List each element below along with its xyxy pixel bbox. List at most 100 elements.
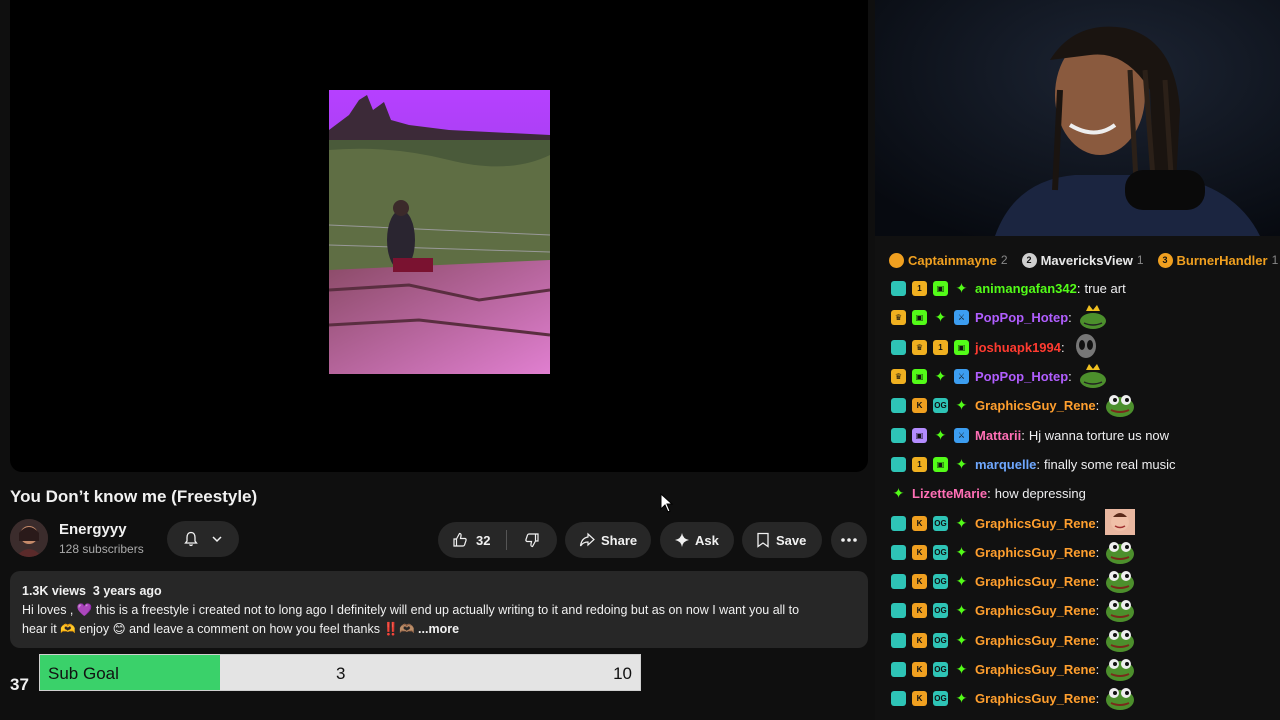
- chat-username[interactable]: GraphicsGuy_Rene: [975, 633, 1096, 648]
- video-title: You Don’t know me (Freestyle): [10, 487, 258, 506]
- chat-username[interactable]: GraphicsGuy_Rene: [975, 574, 1096, 589]
- pepe-emote: [1103, 626, 1135, 655]
- crown-badge-icon: ♛: [891, 310, 906, 326]
- chat-username[interactable]: Mattarii: [975, 428, 1021, 443]
- chat-username[interactable]: joshuapk1994: [975, 340, 1061, 355]
- gold-1-badge-icon: 1: [933, 339, 948, 355]
- chat-username[interactable]: animangafan342: [975, 281, 1077, 296]
- channel-avatar[interactable]: [10, 519, 48, 557]
- dislike-button[interactable]: [507, 522, 557, 558]
- notification-bell-button[interactable]: [167, 521, 239, 557]
- og-badge-icon: OG: [933, 574, 948, 590]
- chat-username[interactable]: GraphicsGuy_Rene: [975, 603, 1096, 618]
- video-watch-area: You Don’t know me (Freestyle) Energyyy 1…: [0, 0, 875, 720]
- chat-message[interactable]: ♛ ▣ ✦ ⚔ PopPop_Hotep:: [891, 362, 1276, 391]
- pepe-emote: [1103, 596, 1135, 625]
- gift-green-badge-icon: ▣: [933, 281, 948, 297]
- verified-badge-icon: ✦: [955, 631, 968, 648]
- thumbs-down-icon: [525, 533, 539, 548]
- crown-frog-emote: [1076, 303, 1108, 332]
- chat-message[interactable]: K OG ✦ GraphicsGuy_Rene:: [891, 596, 1276, 625]
- verified-badge-icon: ✦: [955, 280, 968, 297]
- chat-username[interactable]: GraphicsGuy_Rene: [975, 398, 1096, 413]
- chat-message[interactable]: K OG ✦ GraphicsGuy_Rene:: [891, 655, 1276, 684]
- k-badge-icon: K: [912, 662, 927, 677]
- chat-colon: :: [1095, 662, 1100, 677]
- chat-message[interactable]: ♛ 1 ▣ joshuapk1994:: [891, 333, 1276, 362]
- k-badge-icon: K: [912, 603, 927, 619]
- top-gifter[interactable]: 2 MavericksView 1: [1021, 252, 1144, 268]
- chat-message[interactable]: 1 ▣ ✦ marquelle: finally some real music: [891, 450, 1276, 479]
- months-badge-icon: [891, 427, 906, 443]
- chat-message[interactable]: ♛ ▣ ✦ ⚔ PopPop_Hotep:: [891, 303, 1276, 332]
- chat-message[interactable]: K OG ✦ GraphicsGuy_Rene:: [891, 508, 1276, 537]
- video-player[interactable]: [10, 0, 868, 472]
- months-badge-icon: [891, 515, 906, 531]
- chat-username[interactable]: marquelle: [975, 457, 1036, 472]
- video-thumbnail[interactable]: [329, 90, 550, 374]
- chat-message[interactable]: ✦ LizetteMarie: how depressing: [891, 479, 1276, 508]
- description-line-2: hear it 🫶 enjoy 😊 and leave a comment on…: [22, 620, 856, 639]
- ask-button[interactable]: Ask: [660, 522, 734, 558]
- description-box[interactable]: 1.3K views 3 years ago Hi loves , 💜 this…: [10, 571, 868, 648]
- chat-username[interactable]: PopPop_Hotep: [975, 310, 1068, 325]
- chat-message[interactable]: K OG ✦ GraphicsGuy_Rene:: [891, 391, 1276, 420]
- description-text: Hi loves , 💜 this is a freestyle i creat…: [22, 601, 856, 639]
- chat-message[interactable]: 1 ▣ ✦ animangafan342: true art: [891, 274, 1276, 303]
- gift-green-badge-icon: ▣: [954, 339, 969, 355]
- months-badge-icon: [891, 456, 906, 472]
- chat-message-list[interactable]: 1 ▣ ✦ animangafan342: true art ♛ ▣ ✦ ⚔ PopPop_Hot…: [891, 274, 1276, 713]
- top-gifter[interactable]: 3 BurnerHandler 1: [1157, 252, 1278, 268]
- share-icon: [579, 532, 595, 547]
- months-badge-icon: [891, 398, 906, 414]
- chat-message[interactable]: ▣ ✦ ⚔ Mattarii: Hj wanna torture us now: [891, 420, 1276, 449]
- chat-text: Hj wanna torture us now: [1028, 427, 1170, 443]
- save-button[interactable]: Save: [742, 522, 822, 558]
- verified-badge-icon: ✦: [934, 426, 947, 443]
- more-horizontal-icon: [841, 538, 857, 542]
- chat-username[interactable]: GraphicsGuy_Rene: [975, 662, 1096, 677]
- sparkle-icon: [675, 533, 689, 547]
- chat-message[interactable]: K OG ✦ GraphicsGuy_Rene:: [891, 567, 1276, 596]
- chat-message[interactable]: K OG ✦ GraphicsGuy_Rene:: [891, 626, 1276, 655]
- gifter-count: 2: [1000, 253, 1008, 267]
- chat-text: finally some real music: [1044, 456, 1176, 472]
- crown-frog-emote: [1076, 362, 1108, 391]
- k-badge-icon: K: [912, 544, 927, 560]
- mod-badge-icon: ⚔: [954, 369, 969, 385]
- top-gifter[interactable]: Captainmayne 2: [889, 252, 1008, 268]
- chat-colon: :: [1095, 691, 1100, 707]
- streamer-webcam: [875, 0, 1280, 236]
- verified-badge-icon: ✦: [955, 573, 968, 590]
- gifter-rank-badge-icon: 3: [1157, 252, 1173, 268]
- pepe-emote: [1103, 391, 1135, 420]
- chat-username[interactable]: GraphicsGuy_Rene: [975, 691, 1096, 706]
- pepe-emote: [1103, 538, 1135, 567]
- chevron-down-icon: [212, 536, 222, 543]
- chat-message[interactable]: K OG ✦ GraphicsGuy_Rene:: [891, 538, 1276, 567]
- chat-message[interactable]: K OG ✦ GraphicsGuy_Rene:: [891, 684, 1276, 713]
- chat-colon: :: [1095, 603, 1100, 619]
- show-more-link[interactable]: ...more: [418, 622, 459, 636]
- face-emote: [1103, 508, 1136, 538]
- verified-badge-icon: ✦: [955, 543, 968, 560]
- channel-name[interactable]: Energyyy: [59, 521, 127, 538]
- gold-1-badge-icon: 1: [912, 456, 927, 472]
- like-dislike-group: 32: [438, 522, 557, 558]
- like-button[interactable]: 32: [438, 522, 506, 558]
- chat-username[interactable]: LizetteMarie: [912, 486, 987, 501]
- share-button[interactable]: Share: [565, 522, 651, 558]
- mod-badge-icon: ⚔: [954, 310, 969, 326]
- subscriber-count: 128 subscribers: [59, 542, 144, 556]
- chat-username[interactable]: PopPop_Hotep: [975, 369, 1068, 384]
- chat-username[interactable]: GraphicsGuy_Rene: [975, 516, 1096, 531]
- chat-colon: :: [1095, 515, 1100, 531]
- chat-username[interactable]: GraphicsGuy_Rene: [975, 545, 1096, 560]
- description-line: hear it 🫶 enjoy 😊 and leave a comment on…: [22, 622, 415, 636]
- gold-1-badge-icon: 1: [912, 281, 927, 297]
- more-actions-button[interactable]: [831, 522, 867, 558]
- k-badge-icon: K: [912, 691, 927, 707]
- description-line: Hi loves , 💜 this is a freestyle i creat…: [22, 603, 800, 617]
- bell-icon: [184, 531, 198, 547]
- thumbs-up-icon: [453, 532, 467, 547]
